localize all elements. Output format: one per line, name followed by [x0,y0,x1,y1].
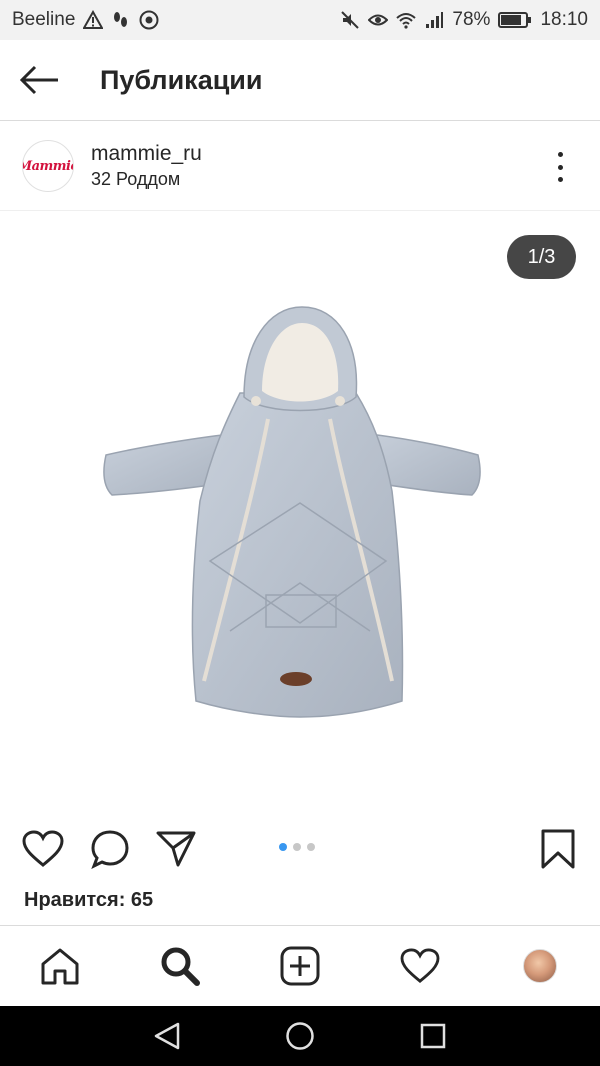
nav-profile[interactable] [510,936,570,996]
nav-add[interactable] [270,936,330,996]
system-home-button[interactable] [280,1016,320,1056]
bookmark-icon [541,829,575,869]
battery-percent: 78% [452,9,491,30]
like-button[interactable] [21,827,65,871]
battery-icon [498,12,532,28]
more-dot-icon [557,164,563,170]
image-counter-badge: 1/3 [507,235,576,279]
footsteps-icon [114,12,128,27]
system-nav-bar [0,1006,600,1066]
status-right: 78% 18:10 [340,9,588,31]
add-icon [280,946,320,986]
more-options-button[interactable] [546,152,574,182]
page-title: Публикации [100,64,263,95]
search-icon [161,947,200,986]
likes-count[interactable]: Нравится: 65 [24,889,153,912]
more-dot-icon [557,177,563,182]
carrier-name: Beeline [12,9,76,30]
share-icon [156,831,196,867]
carousel-dot-active [279,843,287,851]
home-circle-icon [286,1022,314,1050]
back-triangle-icon [154,1022,179,1050]
comment-button[interactable] [88,827,132,871]
heart-icon [22,830,64,867]
carousel-dot [307,843,315,851]
activity-heart-icon [400,948,440,983]
post-meta: mammie_ru 32 Роддом [91,141,202,191]
avatar-logo-text: Mammie [23,158,73,174]
recents-square-icon [421,1023,446,1049]
save-button[interactable] [536,827,580,871]
post-location[interactable]: 32 Роддом [91,167,202,191]
post-actions [0,811,600,887]
wifi-icon [396,13,417,29]
status-bar: Beeline 78% 18:10 [0,0,600,40]
carousel-dot [293,843,301,851]
snowsuit-illustration [103,306,481,718]
carousel-indicator [279,843,315,851]
nav-activity[interactable] [390,936,450,996]
signal-icon [426,12,444,28]
system-recents-button[interactable] [413,1016,453,1056]
system-back-button[interactable] [147,1016,187,1056]
user-avatar[interactable]: Mammie [22,140,74,192]
clock: 18:10 [540,9,588,30]
mute-icon [341,11,360,29]
more-dot-icon [557,152,563,157]
post-username[interactable]: mammie_ru [91,141,202,167]
warning-icon [83,10,104,29]
chrome-icon [139,10,159,30]
back-button[interactable] [0,40,80,121]
bottom-nav [0,925,600,1006]
home-icon [41,948,79,985]
comment-icon [91,830,129,869]
nav-search[interactable] [150,936,210,996]
post-image[interactable]: 1/3 [0,211,600,811]
back-arrow-icon [20,65,58,95]
nav-home[interactable] [30,936,90,996]
profile-avatar [523,949,557,983]
eye-icon [368,14,389,26]
app-bar: Публикации [0,40,600,121]
share-button[interactable] [154,827,198,871]
status-left: Beeline [12,9,159,31]
post-header: Mammie mammie_ru 32 Роддом [0,122,600,211]
